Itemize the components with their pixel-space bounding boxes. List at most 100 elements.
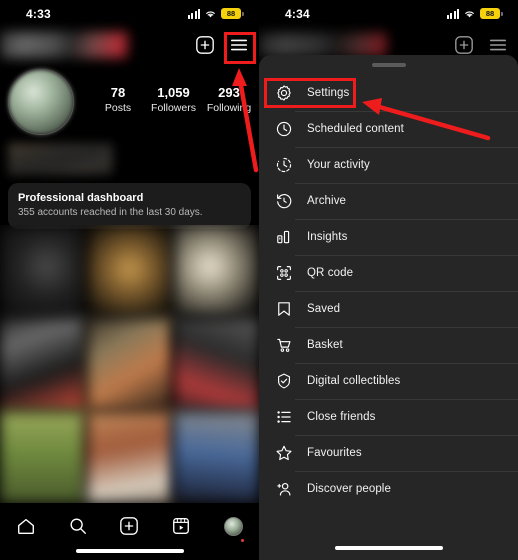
screenshot-root: 4:33 88 78 Posts 1,059 Followers 293 Fol…: [0, 0, 518, 560]
menu-item-saved[interactable]: Saved: [259, 291, 518, 327]
favourites-star-icon: [273, 442, 295, 464]
grid-cell[interactable]: [173, 411, 259, 503]
profile-header: [0, 28, 259, 63]
username-blurred: [0, 32, 128, 58]
profile-summary-row: 78 Posts 1,059 Followers 293 Following: [0, 63, 259, 141]
digital-collectibles-badge-icon: [273, 370, 295, 392]
post-grid: [0, 225, 259, 503]
menu-item-label: Saved: [307, 303, 341, 315]
drag-handle-icon[interactable]: [371, 63, 406, 67]
profile-avatar-icon: [223, 516, 243, 536]
battery-level: 88: [485, 8, 495, 18]
menu-item-archive[interactable]: Archive: [259, 183, 518, 219]
status-icons: 88: [446, 8, 503, 19]
battery-icon: 88: [221, 8, 244, 19]
menu-item-label: Your activity: [307, 159, 370, 171]
stat-posts-label: Posts: [104, 102, 132, 114]
grid-cell[interactable]: [0, 318, 86, 410]
grid-cell[interactable]: [86, 225, 173, 317]
wifi-icon: [465, 10, 474, 17]
qr-code-icon: [273, 262, 295, 284]
menu-bottom-sheet: Settings Scheduled content Your activity…: [259, 55, 518, 560]
left-phone-screen: 4:33 88 78 Posts 1,059 Followers 293 Fol…: [0, 0, 259, 560]
discover-people-add-user-icon: [273, 478, 295, 500]
home-icon: [17, 518, 34, 534]
menu-item-label: Settings: [307, 87, 350, 99]
plus-box-icon[interactable]: [452, 33, 476, 57]
bottom-navigation-bar: [0, 503, 259, 560]
stat-posts[interactable]: 78 Posts: [92, 85, 144, 115]
menu-list: Settings Scheduled content Your activity…: [259, 75, 518, 507]
grid-cell[interactable]: [173, 318, 259, 410]
grid-cell[interactable]: [173, 225, 259, 317]
status-icons: 88: [187, 8, 244, 19]
menu-item-basket[interactable]: Basket: [259, 327, 518, 363]
dashboard-title: Professional dashboard: [18, 192, 144, 204]
cellular-signal-icon: [187, 8, 200, 19]
menu-item-label: Close friends: [307, 411, 376, 423]
menu-item-insights[interactable]: Insights: [259, 219, 518, 255]
create-plus-icon: [120, 517, 139, 535]
nav-create-button[interactable]: [114, 513, 144, 539]
nav-profile-button[interactable]: [218, 513, 248, 542]
stat-following-label: Following: [206, 102, 252, 114]
menu-item-digital-collectibles[interactable]: Digital collectibles: [259, 363, 518, 399]
archive-icon: [273, 190, 295, 212]
stat-following[interactable]: 293 Following: [203, 85, 255, 115]
battery-level: 88: [226, 8, 236, 18]
menu-item-label: Basket: [307, 339, 343, 351]
header-actions: [193, 33, 251, 57]
status-time: 4:33: [26, 7, 51, 21]
close-friends-list-icon: [273, 406, 295, 428]
grid-cell[interactable]: [0, 225, 86, 317]
menu-item-favourites[interactable]: Favourites: [259, 435, 518, 471]
hamburger-menu-icon[interactable]: [486, 33, 510, 57]
home-indicator: [334, 546, 443, 550]
stat-followers[interactable]: 1,059 Followers: [148, 85, 200, 115]
username-blurred: [259, 33, 387, 57]
menu-item-label: Insights: [307, 231, 348, 243]
menu-item-qr-code[interactable]: QR code: [259, 255, 518, 291]
wifi-icon: [206, 10, 215, 17]
nav-home-button[interactable]: [11, 513, 41, 539]
battery-icon: 88: [480, 8, 503, 19]
grid-cell[interactable]: [0, 411, 86, 503]
avatar-ring: [8, 69, 74, 135]
plus-box-icon[interactable]: [193, 33, 217, 57]
settings-gear-icon: [273, 82, 295, 104]
bio-blurred: [8, 143, 113, 175]
menu-item-label: Discover people: [307, 483, 391, 495]
your-activity-icon: [273, 154, 295, 176]
menu-item-discover-people[interactable]: Discover people: [259, 471, 518, 507]
menu-item-settings[interactable]: Settings: [259, 75, 518, 111]
cellular-signal-icon: [446, 8, 459, 19]
menu-item-label: Favourites: [307, 447, 362, 459]
profile-stats: 78 Posts 1,059 Followers 293 Following: [92, 85, 255, 115]
grid-cell[interactable]: [86, 411, 173, 503]
search-icon: [70, 518, 86, 534]
hamburger-menu-icon[interactable]: [227, 33, 251, 57]
dashboard-subtitle: 355 accounts reached in the last 30 days…: [18, 207, 203, 218]
menu-item-label: Digital collectibles: [307, 375, 401, 387]
menu-item-label: QR code: [307, 267, 354, 279]
menu-item-scheduled-content[interactable]: Scheduled content: [259, 111, 518, 147]
menu-item-close-friends[interactable]: Close friends: [259, 399, 518, 435]
basket-cart-icon: [273, 334, 295, 356]
saved-bookmark-icon: [273, 298, 295, 320]
header-actions: [452, 33, 510, 57]
stat-followers-label: Followers: [151, 102, 196, 114]
status-time: 4:34: [285, 7, 310, 21]
stat-followers-value: 1,059: [157, 85, 190, 100]
professional-dashboard-card[interactable]: Professional dashboard 355 accounts reac…: [8, 183, 251, 229]
reels-icon: [173, 518, 190, 534]
menu-item-your-activity[interactable]: Your activity: [259, 147, 518, 183]
nav-reels-button[interactable]: [166, 513, 196, 539]
right-phone-screen: 4:34 88 Settings Scheduled content Your …: [259, 0, 518, 560]
notification-dot: [241, 539, 245, 542]
nav-search-button[interactable]: [63, 513, 93, 539]
scheduled-content-clock-icon: [273, 118, 295, 140]
right-status-bar: 4:34 88: [259, 0, 518, 28]
grid-cell[interactable]: [86, 318, 173, 410]
left-status-bar: 4:33 88: [0, 0, 259, 28]
home-indicator: [75, 549, 184, 553]
